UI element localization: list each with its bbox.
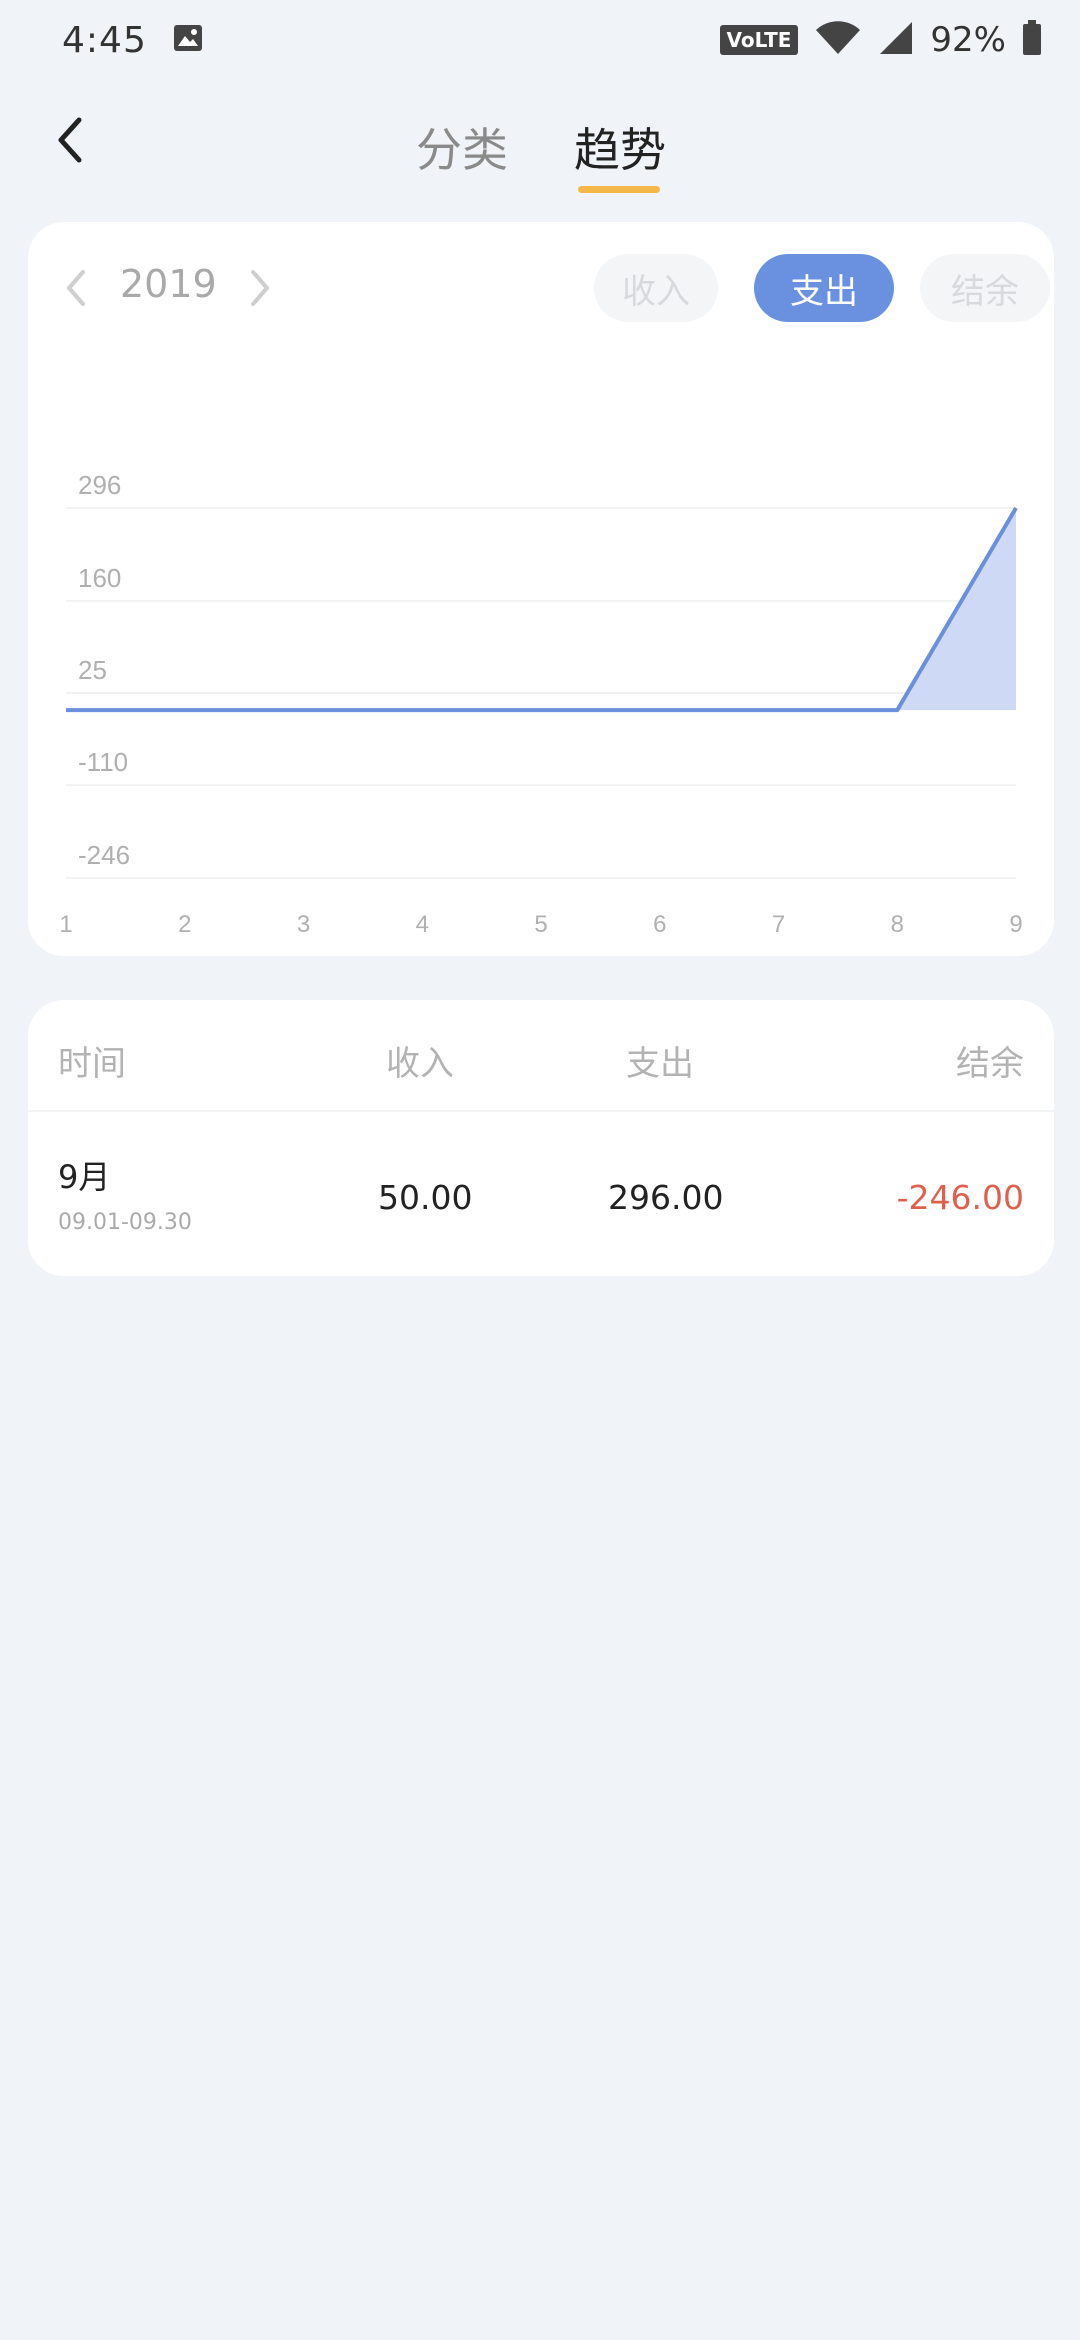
expense-filter-button[interactable]: 支出 (754, 254, 894, 322)
header-balance: 结余 (956, 1044, 1024, 1084)
tab-category[interactable]: 分类 (416, 114, 508, 180)
image-icon (173, 24, 203, 56)
year-label: 2019 (120, 262, 217, 306)
y-tick-label: 25 (78, 655, 107, 685)
y-tick-label: 160 (78, 563, 121, 593)
header-income: 收入 (386, 1044, 454, 1084)
trend-line-chart: 296 160 25 -110 -246 1 2 3 4 5 6 7 8 9 (59, 470, 1022, 938)
header-expense: 支出 (626, 1044, 694, 1084)
table-row[interactable]: 9月 09.01-09.30 50.00 296.00 -246.00 (28, 1112, 1054, 1276)
x-tick-label: 1 (59, 911, 72, 938)
y-tick-label: 296 (78, 470, 121, 500)
signal-icon (878, 20, 914, 60)
summary-table-card: 时间 收入 支出 结余 9月 09.01-09.30 50.00 296.00 … (28, 1000, 1054, 1276)
status-left: 4:45 (62, 20, 203, 61)
x-tick-label: 2 (178, 911, 191, 938)
x-tick-label: 7 (772, 911, 785, 938)
wifi-icon (814, 20, 862, 60)
y-tick-label: -246 (78, 840, 130, 870)
series-area (66, 508, 1016, 711)
status-bar: 4:45 VoLTE 92% (0, 0, 1080, 80)
top-nav: 分类 趋势 (0, 100, 1080, 200)
table-header: 时间 收入 支出 结余 (28, 1000, 1054, 1112)
header-time: 时间 (58, 1044, 126, 1084)
active-tab-indicator (578, 186, 660, 193)
x-tick-label: 5 (534, 911, 547, 938)
x-tick-label: 6 (653, 911, 666, 938)
x-tick-label: 9 (1009, 911, 1022, 938)
row-date-range: 09.01-09.30 (58, 1210, 192, 1235)
y-tick-label: -110 (78, 747, 128, 777)
year-selector: 2019 收入 支出 结余 (28, 222, 1054, 352)
row-month: 9月 (58, 1158, 111, 1196)
status-time: 4:45 (62, 19, 147, 61)
chevron-right-icon (249, 268, 271, 312)
next-year-button[interactable] (238, 260, 282, 320)
battery-icon (1022, 20, 1042, 60)
income-filter-button[interactable]: 收入 (594, 254, 718, 322)
balance-filter-button[interactable]: 结余 (920, 254, 1050, 322)
trend-chart-card: 2019 收入 支出 结余 296 160 25 -110 -246 1 2 3 4 5 6 7 8 9 (28, 222, 1054, 956)
status-right: VoLTE 92% (719, 20, 1042, 60)
chevron-left-icon (65, 268, 87, 312)
x-tick-label: 8 (891, 911, 904, 938)
row-income: 50.00 (378, 1178, 473, 1217)
back-button[interactable] (40, 112, 100, 172)
tab-trend[interactable]: 趋势 (574, 114, 666, 180)
battery-percent: 92% (930, 20, 1006, 60)
row-balance: -246.00 (896, 1178, 1024, 1217)
previous-year-button[interactable] (54, 260, 98, 320)
series-line (66, 506, 1018, 713)
chevron-left-icon (55, 116, 85, 168)
x-tick-label: 4 (416, 911, 429, 938)
row-expense: 296.00 (608, 1178, 724, 1217)
x-tick-label: 3 (297, 911, 310, 938)
volte-badge: VoLTE (719, 25, 799, 55)
